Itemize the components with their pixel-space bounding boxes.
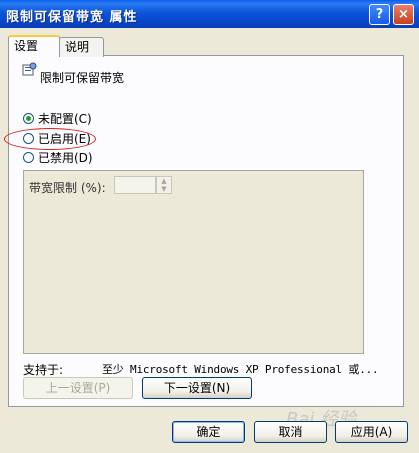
- close-button[interactable]: ×: [393, 4, 414, 25]
- radio-disabled-indicator[interactable]: [23, 152, 34, 163]
- bandwidth-limit-label: 带宽限制 (%):: [29, 181, 106, 195]
- bandwidth-spinner[interactable]: ▲ ▼: [156, 176, 172, 194]
- tab-explain[interactable]: 说明: [59, 37, 104, 57]
- options-box: [23, 170, 364, 354]
- tab-settings-label: 设置: [14, 39, 39, 53]
- radio-not-configured-label: 未配置(C): [38, 112, 92, 126]
- policy-icon: [22, 62, 37, 76]
- tab-explain-label: 说明: [65, 40, 90, 54]
- highlight-ellipse: [4, 128, 96, 150]
- tab-settings[interactable]: 设置: [8, 35, 60, 57]
- next-setting-button[interactable]: 下一设置(N): [142, 377, 252, 399]
- apply-button[interactable]: 应用(A): [335, 421, 408, 443]
- policy-title: 限制可保留带宽: [40, 71, 125, 85]
- ok-button[interactable]: 确定: [172, 421, 245, 443]
- window-title: 限制可保留带宽 属性: [6, 10, 138, 25]
- spin-down-icon[interactable]: ▼: [157, 185, 171, 193]
- radio-not-configured-indicator[interactable]: [23, 113, 34, 124]
- supported-on-text: 至少 Microsoft Windows XP Professional 或..…: [102, 363, 379, 376]
- cancel-button[interactable]: 取消: [254, 421, 327, 443]
- properties-dialog: 限制可保留带宽 属性 ? × 设置 说明 限制可保留带宽 未配置(C) 已启用(…: [0, 0, 419, 453]
- help-button[interactable]: ?: [369, 4, 390, 25]
- supported-on-label: 支持于:: [23, 363, 64, 377]
- spin-up-icon[interactable]: ▲: [157, 177, 171, 185]
- previous-setting-button[interactable]: 上一设置(P): [23, 377, 133, 399]
- radio-disabled-label: 已禁用(D): [38, 151, 93, 165]
- title-bar[interactable]: 限制可保留带宽 属性 ? ×: [0, 0, 419, 28]
- bandwidth-input[interactable]: [114, 176, 156, 194]
